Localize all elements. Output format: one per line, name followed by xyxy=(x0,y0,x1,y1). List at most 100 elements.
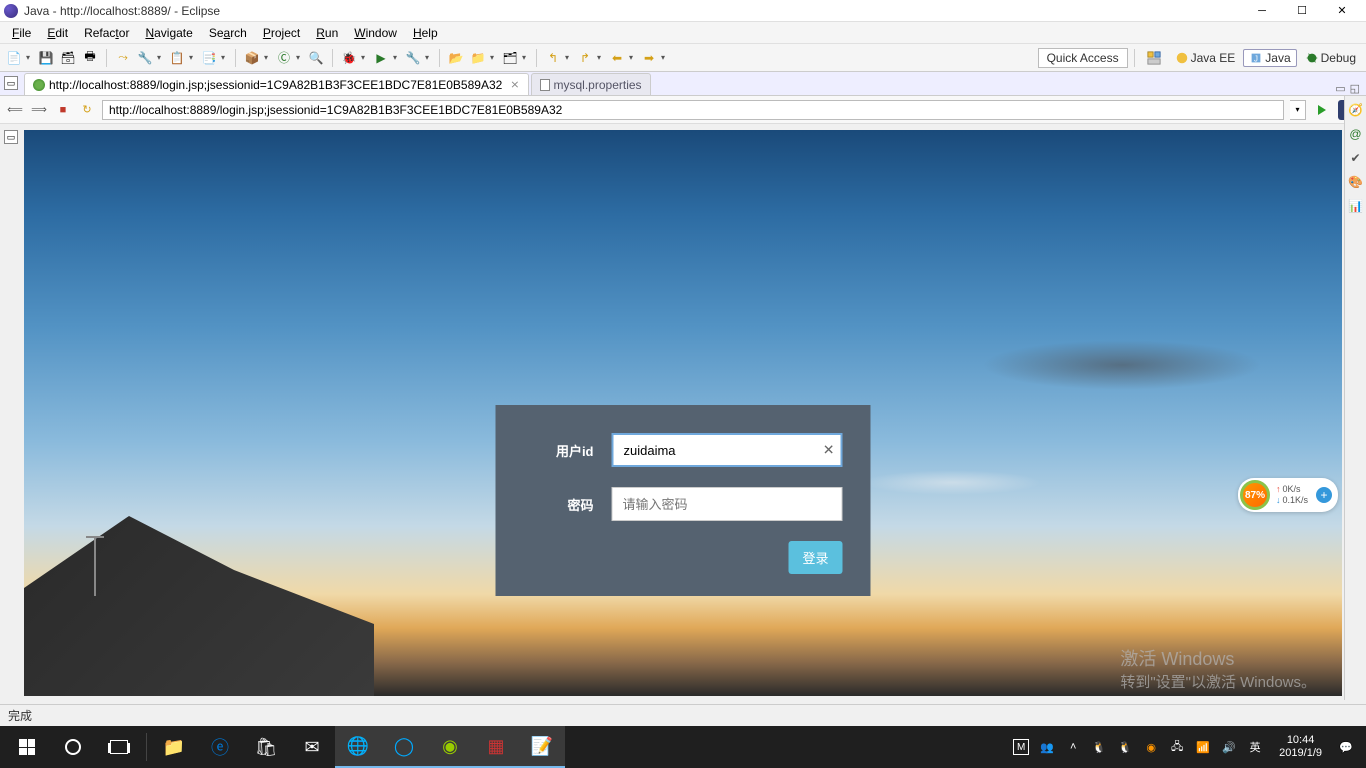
tab-maximize-button[interactable]: ◱ xyxy=(1350,82,1360,95)
start-button[interactable] xyxy=(4,726,50,768)
file-icon xyxy=(540,79,550,91)
palette-view-icon[interactable]: 🎨 xyxy=(1348,174,1364,190)
debug-button[interactable]: 🐞 xyxy=(339,48,359,68)
taskbar-edge[interactable]: ⓔ xyxy=(197,726,243,768)
url-input[interactable] xyxy=(102,100,1284,120)
tray-qq-icon[interactable]: 🐧 xyxy=(1091,739,1107,755)
new-server-button[interactable]: 📁 xyxy=(468,48,488,68)
skip-button[interactable]: ⤳ xyxy=(113,48,133,68)
tab-mysql-properties[interactable]: mysql.properties xyxy=(531,73,651,95)
run-last-button[interactable]: 🔧 xyxy=(403,48,423,68)
tasks-view-icon[interactable]: ✔ xyxy=(1348,150,1364,166)
back-button[interactable]: ⟸ xyxy=(6,101,24,119)
debug-icon xyxy=(1305,51,1319,65)
nav-prev-button[interactable]: ⬅ xyxy=(607,48,627,68)
network-speed-widget[interactable]: 87% 0K/s 0.1K/s + xyxy=(1238,478,1338,512)
speed-stats: 0K/s 0.1K/s xyxy=(1276,484,1308,506)
tray-wifi-icon[interactable]: 📶 xyxy=(1195,739,1211,755)
ime-indicator[interactable]: 英 xyxy=(1247,739,1263,755)
user-id-input[interactable] xyxy=(612,433,843,467)
save-all-button[interactable]: 🗃 xyxy=(58,48,78,68)
taskbar-explorer[interactable]: 📁 xyxy=(151,726,197,768)
open-button[interactable]: 🗂 xyxy=(500,48,520,68)
tray-qq2-icon[interactable]: 🐧 xyxy=(1117,739,1133,755)
close-button[interactable]: ✕ xyxy=(1322,0,1362,22)
tray-volume-icon[interactable]: 🔊 xyxy=(1221,739,1237,755)
taskbar-notepad[interactable]: 📝 xyxy=(519,726,565,768)
clock[interactable]: 10:44 2019/1/9 xyxy=(1273,734,1328,760)
upload-speed: 0K/s xyxy=(1276,484,1308,495)
refresh-button[interactable]: ↻ xyxy=(78,101,96,119)
print-button[interactable]: 🖶 xyxy=(80,48,100,68)
task-view-button[interactable] xyxy=(96,726,142,768)
action-center-icon[interactable]: 💬 xyxy=(1338,739,1354,755)
url-dropdown-button[interactable]: ▾ xyxy=(1290,100,1306,120)
menu-run[interactable]: Run xyxy=(308,24,346,42)
open-type-button[interactable]: 🔍 xyxy=(306,48,326,68)
login-button[interactable]: 登录 xyxy=(788,541,842,574)
forward-button[interactable]: ⟹ xyxy=(30,101,48,119)
cortana-button[interactable] xyxy=(50,726,96,768)
menu-file[interactable]: File xyxy=(4,24,39,42)
menu-project[interactable]: Project xyxy=(255,24,308,42)
editor-tab-bar: ▭ http://localhost:8889/login.jsp;jsessi… xyxy=(0,72,1366,96)
tool-2[interactable]: 📋 xyxy=(167,48,187,68)
taskbar-mail[interactable]: ✉ xyxy=(289,726,335,768)
speed-expand-button[interactable]: + xyxy=(1316,487,1332,503)
stop-button[interactable]: ■ xyxy=(54,101,72,119)
tab-close-icon[interactable]: ⨯ xyxy=(510,78,519,91)
taskbar-myeclipse[interactable]: ◉ xyxy=(427,726,473,768)
nav-fwd-button[interactable]: ↱ xyxy=(575,48,595,68)
new-package-button[interactable]: 📦 xyxy=(242,48,262,68)
taskbar-app-red[interactable]: ▦ xyxy=(473,726,519,768)
system-tray: M 👥 ˄ 🐧 🐧 ◉ 🖧 📶 🔊 英 10:44 2019/1/9 💬 xyxy=(1013,734,1362,760)
window-title: Java - http://localhost:8889/ - Eclipse xyxy=(24,4,220,18)
tool-1[interactable]: 🔧 xyxy=(135,48,155,68)
tray-expand-icon[interactable]: ˄ xyxy=(1065,739,1081,755)
restore-left-button[interactable]: ▭ xyxy=(4,76,18,90)
maximize-button[interactable]: ☐ xyxy=(1282,0,1322,22)
status-text: 完成 xyxy=(8,709,32,723)
annotation-view-icon[interactable]: @ xyxy=(1348,126,1364,142)
open-perspective-button[interactable] xyxy=(1141,51,1167,65)
perspective-debug[interactable]: Debug xyxy=(1299,51,1362,65)
restore-bottom-button[interactable]: ▭ xyxy=(4,130,18,144)
tab-minimize-button[interactable]: ▭ xyxy=(1335,82,1345,95)
tool-3[interactable]: 📑 xyxy=(199,48,219,68)
outline-view-icon[interactable]: 🧭 xyxy=(1348,102,1364,118)
perspective-java[interactable]: J Java xyxy=(1243,49,1296,67)
menu-search[interactable]: Search xyxy=(201,24,255,42)
nav-next-button[interactable]: ➡ xyxy=(639,48,659,68)
title-bar: Java - http://localhost:8889/ - Eclipse … xyxy=(0,0,1366,22)
tray-m-icon[interactable]: M xyxy=(1013,739,1029,755)
tab-login-jsp[interactable]: http://localhost:8889/login.jsp;jsession… xyxy=(24,73,529,95)
nav-back-button[interactable]: ↰ xyxy=(543,48,563,68)
cloud-decoration xyxy=(862,470,1042,495)
save-button[interactable]: 💾 xyxy=(36,48,56,68)
tray-network-icon[interactable]: 🖧 xyxy=(1169,739,1185,755)
go-button[interactable] xyxy=(1312,100,1332,120)
windows-taskbar: 📁 ⓔ 🛍 ✉ 🌐 ◯ ◉ ▦ 📝 M 👥 ˄ 🐧 🐧 ◉ 🖧 📶 🔊 英 10… xyxy=(0,726,1366,768)
perspective-java-ee[interactable]: Java EE xyxy=(1169,51,1242,65)
taskbar-store[interactable]: 🛍 xyxy=(243,726,289,768)
taskbar-chrome[interactable]: 🌐 xyxy=(335,726,381,768)
password-input[interactable] xyxy=(612,487,843,521)
tray-360-icon[interactable]: ◉ xyxy=(1143,739,1159,755)
menu-window[interactable]: Window xyxy=(346,24,405,42)
menu-navigate[interactable]: Navigate xyxy=(137,24,200,42)
taskbar-app-blue[interactable]: ◯ xyxy=(381,726,427,768)
menu-edit[interactable]: Edit xyxy=(39,24,76,42)
clear-input-icon[interactable]: ✕ xyxy=(823,442,835,459)
new-button[interactable]: 📄 xyxy=(4,48,24,68)
menu-help[interactable]: Help xyxy=(405,24,446,42)
servers-view-icon[interactable]: 📊 xyxy=(1348,198,1364,214)
run-button[interactable]: ▶ xyxy=(371,48,391,68)
new-project-button[interactable]: 📂 xyxy=(446,48,466,68)
main-toolbar: 📄▾ 💾 🗃 🖶 ⤳ 🔧▾ 📋▾ 📑▾ 📦▾ Ⓒ▾ 🔍 🐞▾ ▶▾ 🔧▾ 📂 📁… xyxy=(0,44,1366,72)
quick-access-input[interactable] xyxy=(1038,48,1128,68)
minimize-button[interactable]: ─ xyxy=(1242,0,1282,22)
people-icon[interactable]: 👥 xyxy=(1039,739,1055,755)
menu-refactor[interactable]: Refactor xyxy=(76,24,137,42)
eclipse-icon xyxy=(4,4,18,18)
new-class-button[interactable]: Ⓒ xyxy=(274,48,294,68)
